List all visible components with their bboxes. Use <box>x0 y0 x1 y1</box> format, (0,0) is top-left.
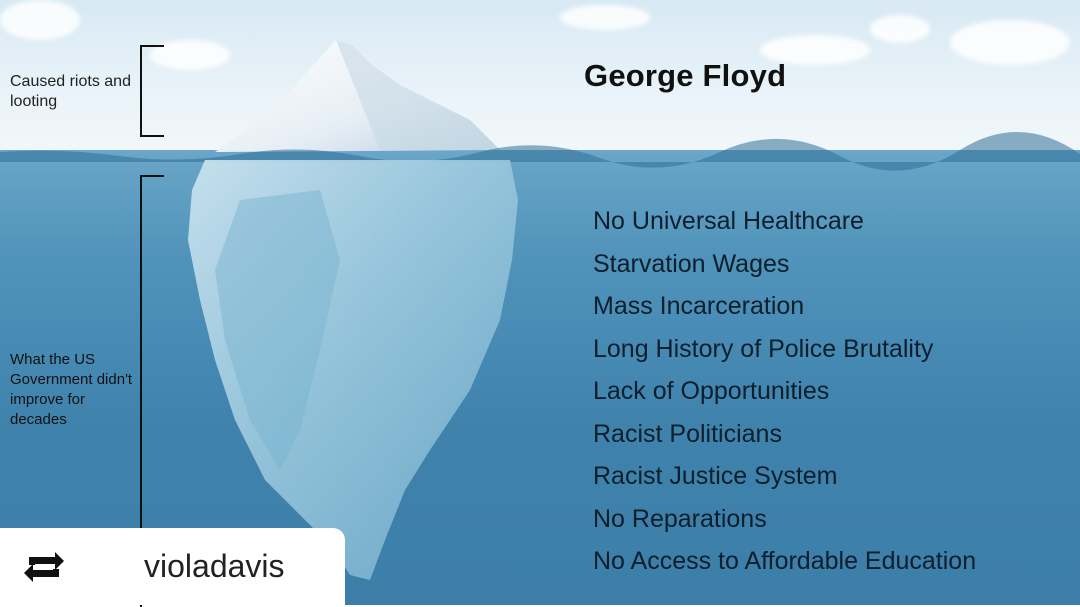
repost-username[interactable]: violadavis <box>144 548 285 585</box>
list-item: No Access to Affordable Education <box>593 547 977 575</box>
above-water-label: Caused riots and looting <box>10 73 131 110</box>
list-item: No Universal Healthcare <box>593 207 864 235</box>
list-item: Racist Justice System <box>593 462 838 490</box>
list-item: Lack of Opportunities <box>593 377 830 405</box>
water-surface <box>0 131 1080 171</box>
repost-badge[interactable]: violadavis <box>0 528 345 605</box>
above-water-bracket <box>140 45 164 137</box>
list-item: Racist Politicians <box>593 419 782 448</box>
list-item: Mass Incarceration <box>593 292 805 320</box>
causes-list: No Universal Healthcare Starvation Wages… <box>593 200 976 583</box>
repost-icon <box>14 547 74 587</box>
list-item: No Reparations <box>593 504 767 533</box>
list-item: Starvation Wages <box>593 249 790 278</box>
below-water-label: What the US Government didn't improve fo… <box>10 351 133 428</box>
headline: George Floyd <box>584 58 787 93</box>
list-item: Long History of Police Brutality <box>593 334 934 363</box>
